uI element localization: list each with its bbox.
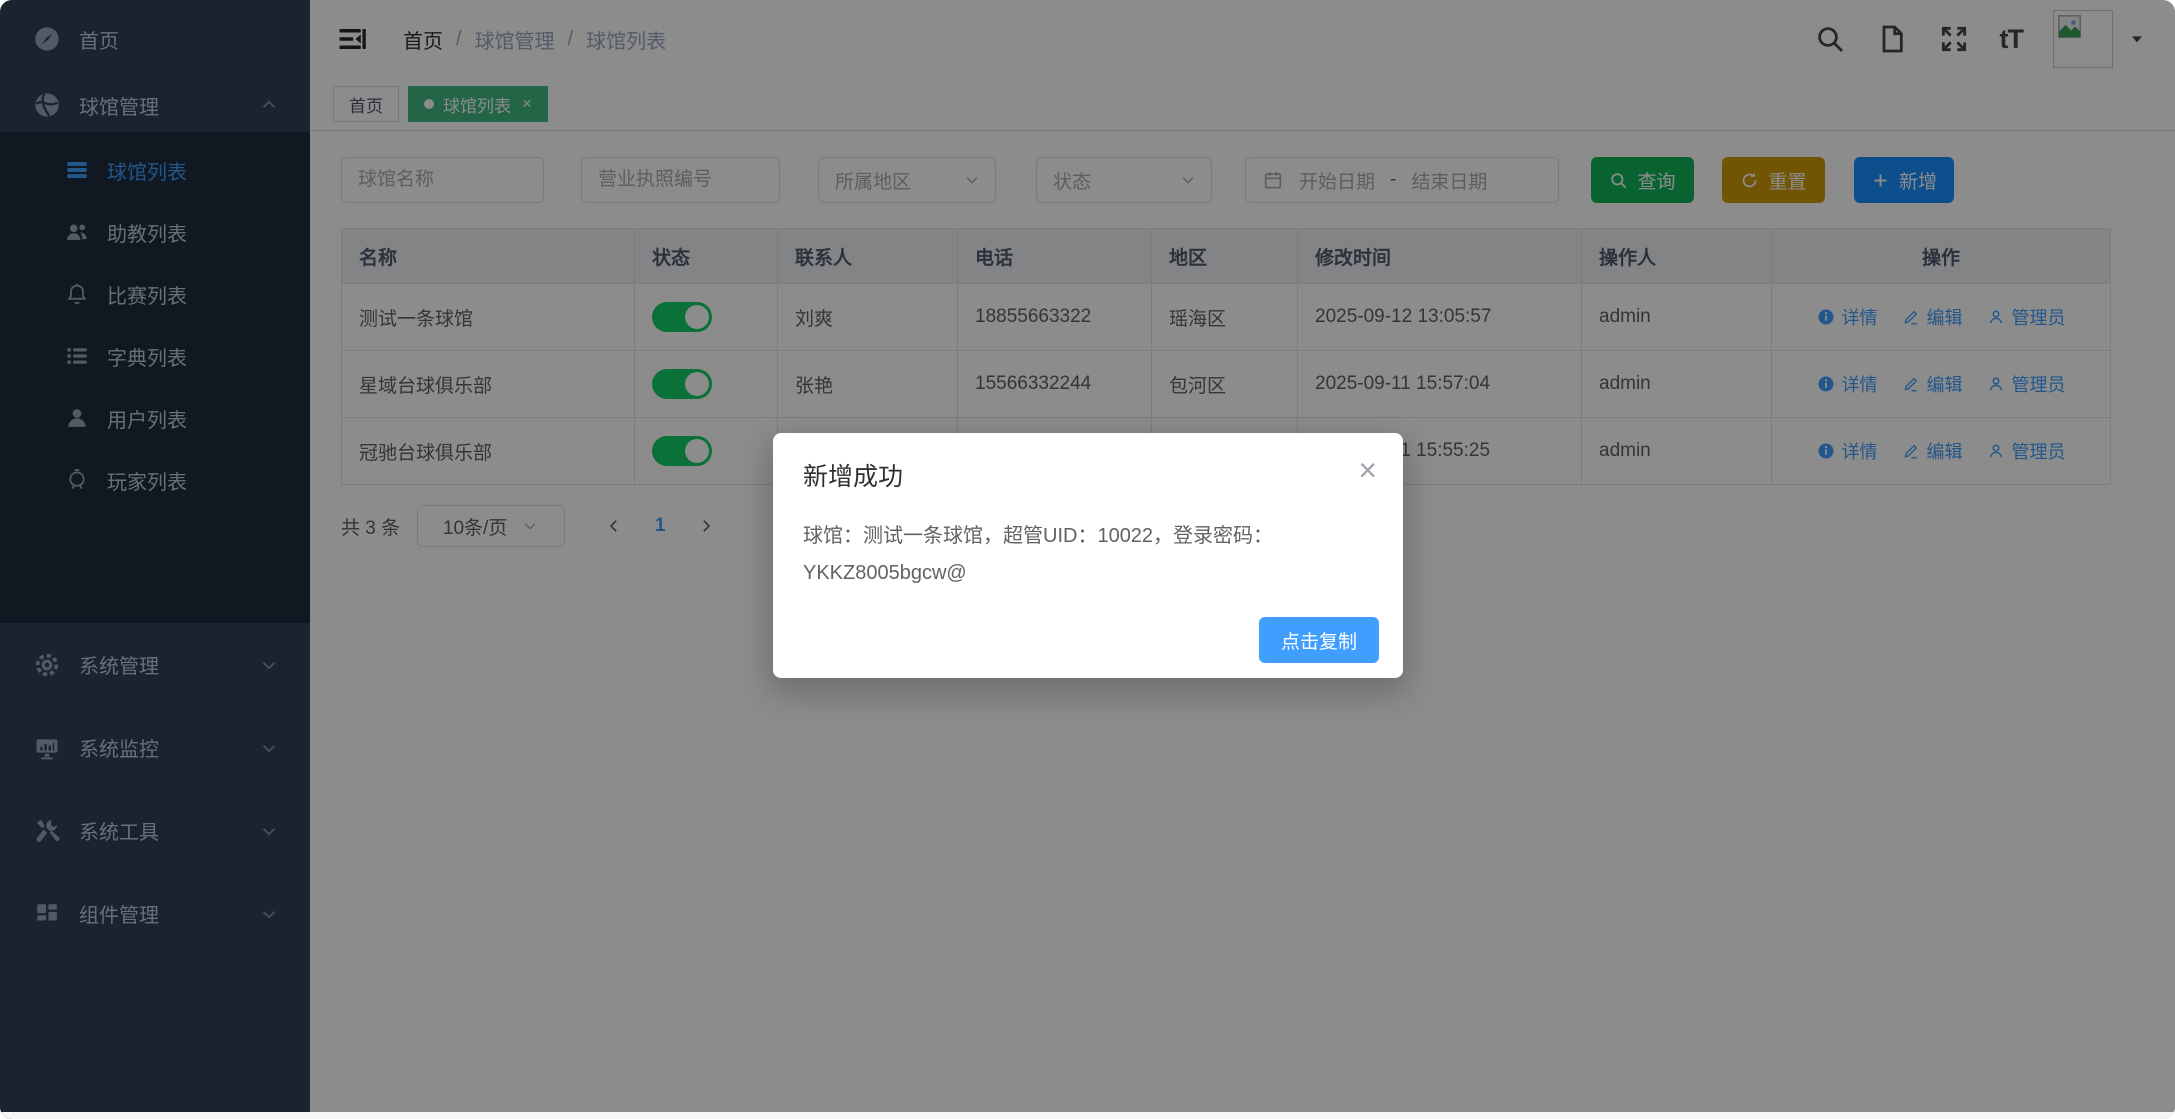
dialog-title: 新增成功 <box>803 457 903 493</box>
dialog-body: 球馆：测试一条球馆，超管UID：10022，登录密码： YKKZ8005bgcw… <box>773 493 1403 592</box>
close-icon[interactable]: × <box>1358 457 1377 483</box>
dialog-text-line2: YKKZ8005bgcw@ <box>803 555 1373 592</box>
app-window: 首页 球馆管理 球馆列表 助教列表 <box>0 0 2175 1119</box>
dialog-footer: 点击复制 <box>1259 617 1379 663</box>
add-success-dialog: 新增成功 × 球馆：测试一条球馆，超管UID：10022，登录密码： YKKZ8… <box>773 433 1403 678</box>
horizontal-scrollbar[interactable] <box>0 1112 2175 1119</box>
copy-button[interactable]: 点击复制 <box>1259 617 1379 663</box>
dialog-text-line1: 球馆：测试一条球馆，超管UID：10022，登录密码： <box>803 518 1373 555</box>
dialog-header: 新增成功 × <box>773 433 1403 493</box>
